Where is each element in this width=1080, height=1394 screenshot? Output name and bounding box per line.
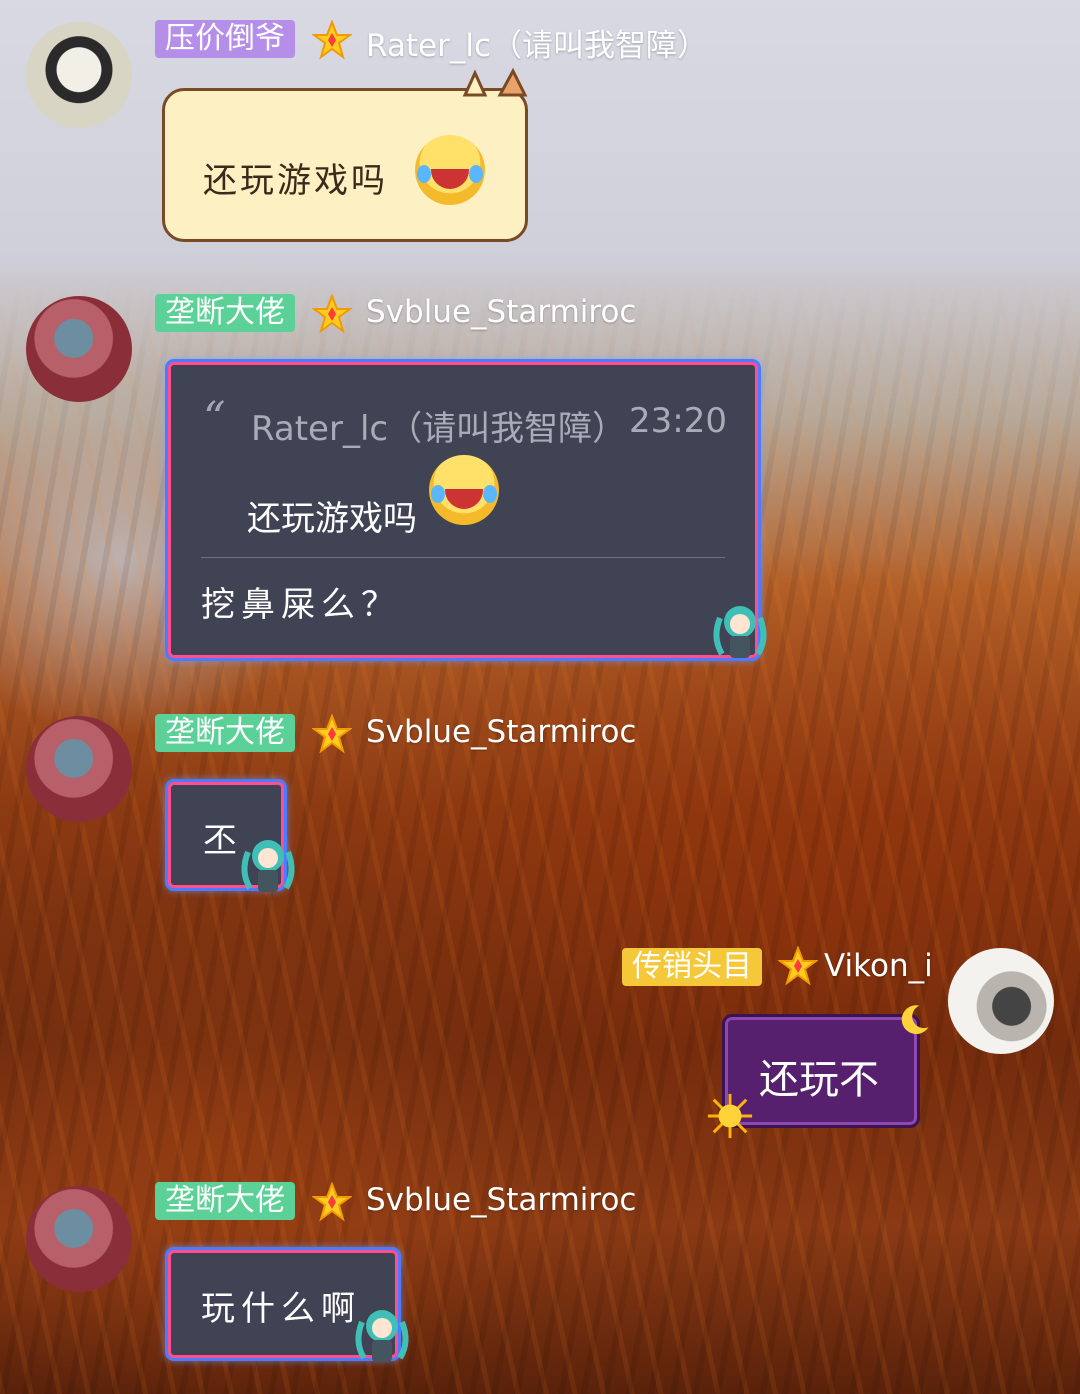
username[interactable]: Rater_lc（请叫我智障） [366, 20, 708, 65]
avatar-svblue[interactable] [26, 1186, 132, 1292]
message-text: 玩什么啊 [201, 1289, 361, 1329]
message-bubble[interactable]: 还玩游戏吗 [162, 67, 528, 242]
avatar-svblue[interactable] [26, 296, 132, 402]
user-tag: 垄断大佬 [155, 294, 295, 332]
avatar-vikon[interactable] [948, 948, 1054, 1054]
user-tag: 垄断大佬 [155, 714, 295, 752]
star-badge-icon [778, 946, 818, 986]
miku-sticker-icon [241, 840, 295, 892]
message-text: 还玩游戏吗 [203, 161, 388, 201]
miku-sticker-icon [355, 1310, 409, 1362]
user-tag: 垄断大佬 [155, 1182, 295, 1220]
quoted-time: 23:20 [629, 401, 727, 441]
star-badge-icon [312, 20, 352, 60]
username[interactable]: Svblue_Starmiroc [366, 1182, 636, 1218]
star-badge-icon [312, 294, 352, 334]
star-badge-icon [312, 714, 352, 754]
cat-ears-icon [462, 67, 528, 97]
user-tag: 传销头目 [622, 948, 762, 986]
miku-sticker-icon [713, 606, 767, 658]
quote-divider [201, 557, 725, 558]
message-text: 还玩不 [759, 1057, 879, 1103]
sun-icon [707, 1093, 753, 1139]
message-bubble[interactable]: “ Rater_lc（请叫我智障） 23:20 还玩游戏吗 挖鼻屎么？ [168, 362, 758, 658]
quoted-text: 还玩游戏吗 [247, 499, 417, 539]
message-text: 挖鼻屎么？ [201, 585, 401, 625]
avatar-svblue[interactable] [26, 716, 132, 822]
star-badge-icon [312, 1182, 352, 1222]
username[interactable]: Vikon_i [824, 948, 933, 984]
moon-icon [901, 1005, 929, 1035]
user-tag: 压价倒爷 [155, 20, 295, 58]
username[interactable]: Svblue_Starmiroc [366, 714, 636, 750]
quote-icon: “ [203, 393, 226, 444]
tears-of-joy-emoji [429, 455, 499, 525]
avatar-rater[interactable] [26, 22, 132, 128]
quoted-author: Rater_lc（请叫我智障） [251, 409, 627, 449]
tears-of-joy-emoji [415, 135, 485, 205]
username[interactable]: Svblue_Starmiroc [366, 294, 636, 330]
